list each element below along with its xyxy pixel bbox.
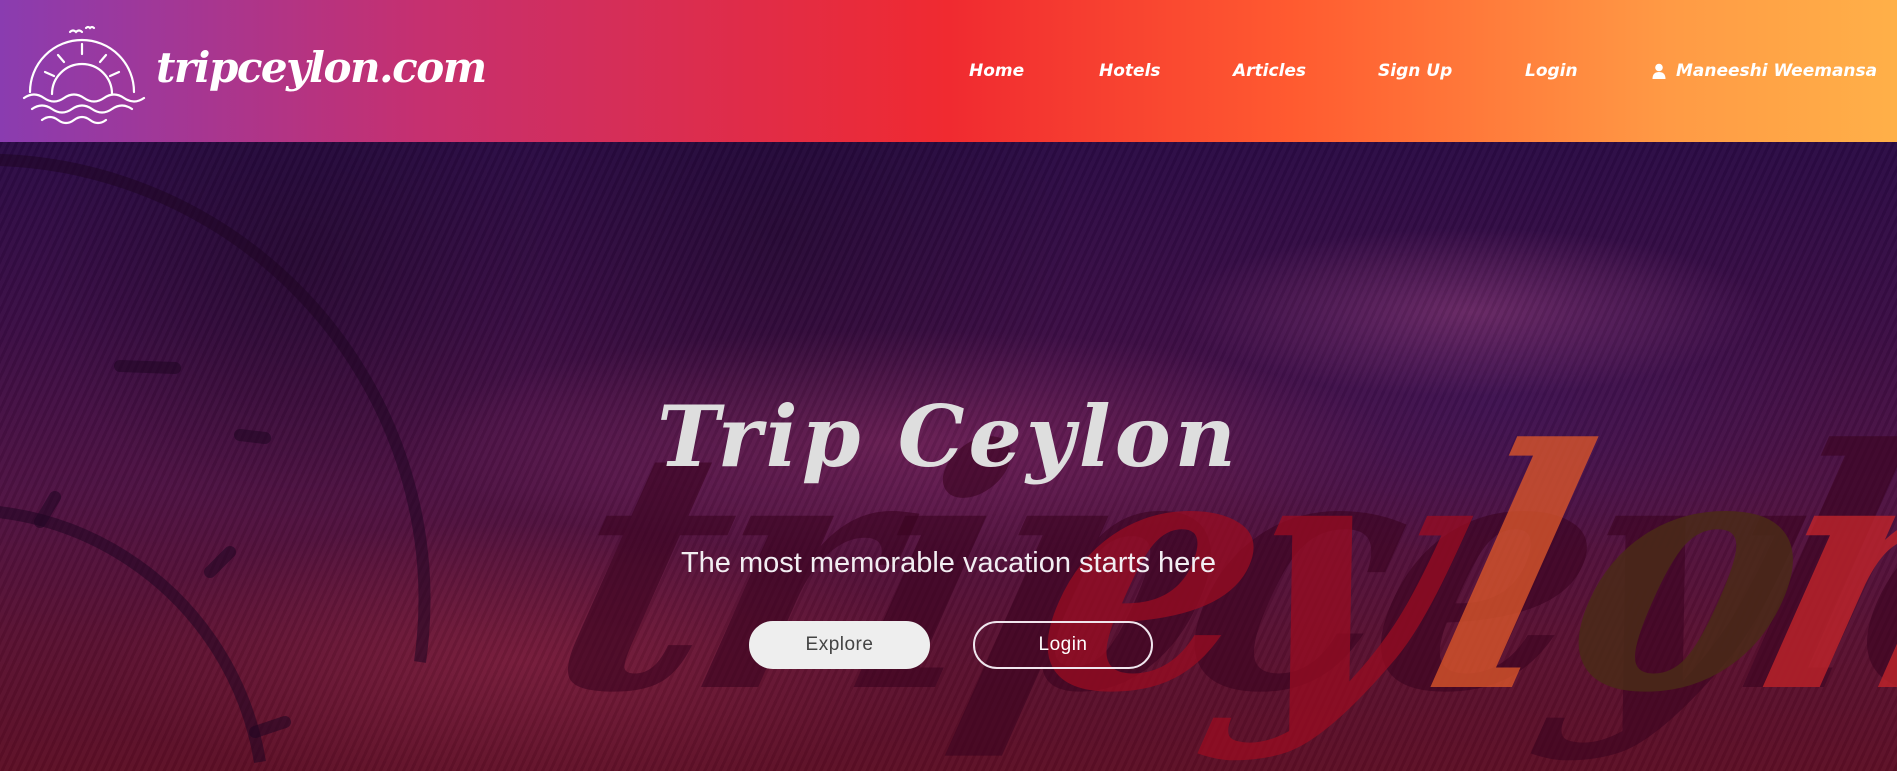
site-logo[interactable]: tripceylon.com bbox=[18, 14, 487, 126]
hero-section: tripceylon ey l o n Trip Ceylon The most… bbox=[0, 142, 1897, 771]
hero-subtitle: The most memorable vacation starts here bbox=[680, 547, 1217, 579]
logo-text: tripceylon.com bbox=[156, 42, 487, 92]
hero-login-button[interactable]: Login bbox=[973, 621, 1153, 669]
nav-user-profile[interactable]: Maneeshi Weemansa bbox=[1652, 61, 1877, 81]
sunset-logo-icon bbox=[22, 25, 146, 125]
user-name: Maneeshi Weemansa bbox=[1676, 61, 1878, 81]
nav-login[interactable]: Login bbox=[1525, 61, 1578, 81]
site-header: tripceylon.com Home Hotels Articles Sign… bbox=[0, 0, 1897, 142]
nav-sign-up[interactable]: Sign Up bbox=[1378, 61, 1452, 81]
hero-title: Trip Ceylon bbox=[657, 387, 1240, 486]
explore-button[interactable]: Explore bbox=[749, 621, 930, 669]
user-icon bbox=[1652, 63, 1666, 79]
nav-home[interactable]: Home bbox=[969, 61, 1024, 81]
nav-articles[interactable]: Articles bbox=[1233, 61, 1306, 81]
nav-hotels[interactable]: Hotels bbox=[1099, 61, 1161, 81]
